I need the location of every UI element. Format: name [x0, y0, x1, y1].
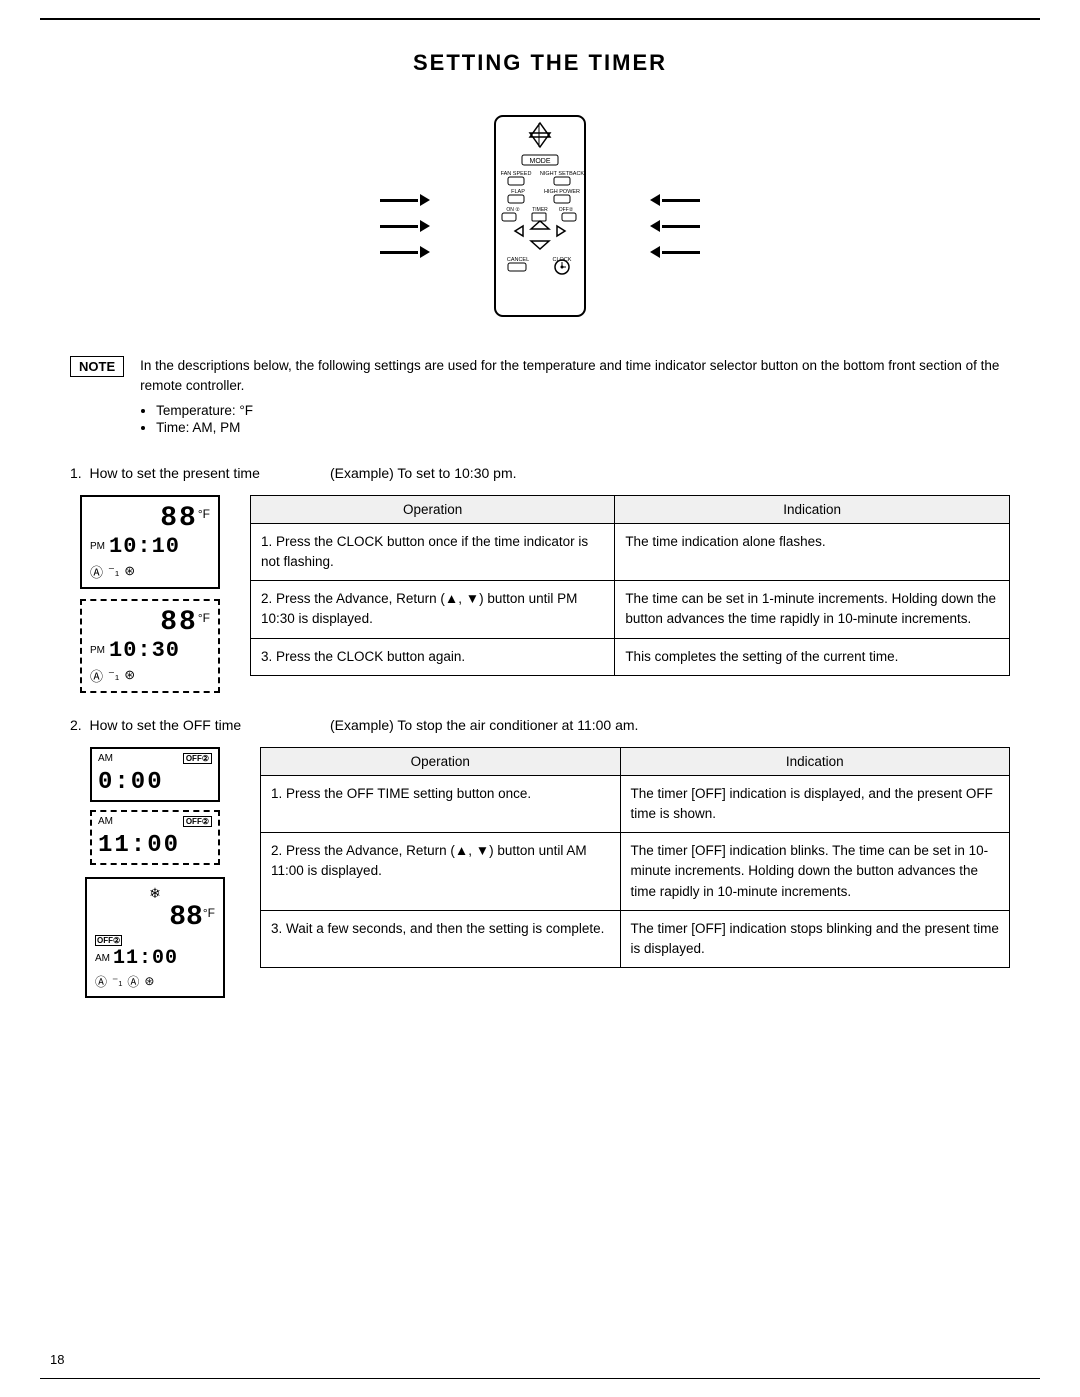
section-1-example: (Example) To set to 10:30 pm. — [330, 465, 517, 481]
section-1-body: 88 °F PM 10:10 Ⓐ⁻₁⊛ 88 °F — [70, 495, 1010, 693]
page-number: 18 — [50, 1352, 64, 1367]
lcd-display-2b: AM OFF② 11:00 — [90, 810, 220, 865]
remote-svg: MODE FAN SPEED NIGHT SETBACK FLAP HIGH P… — [440, 111, 640, 321]
note-text: In the descriptions below, the following… — [140, 356, 1010, 397]
section1-ind-1: The time indication alone flashes. — [615, 523, 1010, 581]
arrow-left-2 — [650, 220, 700, 232]
section1-ind-2: The time can be set in 1-minute incremen… — [615, 581, 1010, 639]
table-row: 2. Press the Advance, Return (▲, ▼) butt… — [261, 833, 1010, 911]
section2-ind-3: The timer [OFF] indication stops blinkin… — [620, 910, 1009, 968]
section-2-body: AM OFF② 0:00 AM OFF② 11:00 ❄ — [70, 747, 1010, 998]
section-2-header: 2. How to set the OFF time (Example) To … — [70, 717, 1010, 733]
lcd-display-1b: 88 °F PM 10:30 Ⓐ⁻₁⊛ — [80, 599, 220, 693]
section-2-label: 2. How to set the OFF time — [70, 717, 330, 733]
lcd-display-1a: 88 °F PM 10:10 Ⓐ⁻₁⊛ — [80, 495, 220, 589]
section1-col-operation: Operation — [251, 495, 615, 523]
section2-col-operation: Operation — [261, 747, 621, 775]
remote-illustration: MODE FAN SPEED NIGHT SETBACK FLAP HIGH P… — [70, 106, 1010, 326]
note-bullet-temp: Temperature: °F — [156, 403, 1010, 418]
section-1: 1. How to set the present time (Example)… — [70, 465, 1010, 693]
section2-col-indication: Indication — [620, 747, 1009, 775]
svg-text:CANCEL: CANCEL — [507, 257, 529, 263]
table-row: 1. Press the CLOCK button once if the ti… — [251, 523, 1010, 581]
section2-op-3: 3. Wait a few seconds, and then the sett… — [261, 910, 621, 968]
section1-op-2: 2. Press the Advance, Return (▲, ▼) butt… — [251, 581, 615, 639]
arrow-right-1 — [380, 194, 430, 206]
arrow-right-3 — [380, 246, 430, 258]
section1-op-1: 1. Press the CLOCK button once if the ti… — [251, 523, 615, 581]
lcd-display-2c: ❄ 88 °F OFF② AM 11:00 Ⓐ⁻₁Ⓐ⊛ — [85, 877, 225, 998]
note-label: NOTE — [70, 356, 124, 377]
svg-text:FLAP: FLAP — [511, 189, 525, 195]
note-bullet-time: Time: AM, PM — [156, 420, 1010, 435]
section2-op-2: 2. Press the Advance, Return (▲, ▼) butt… — [261, 833, 621, 911]
table-row: 3. Wait a few seconds, and then the sett… — [261, 910, 1010, 968]
section1-col-indication: Indication — [615, 495, 1010, 523]
section2-ind-1: The timer [OFF] indication is displayed,… — [620, 775, 1009, 833]
section1-op-3: 3. Press the CLOCK button again. — [251, 638, 615, 675]
arrow-right-2 — [380, 220, 430, 232]
section-2-displays: AM OFF② 0:00 AM OFF② 11:00 ❄ — [70, 747, 240, 998]
section-1-displays: 88 °F PM 10:10 Ⓐ⁻₁⊛ 88 °F — [70, 495, 230, 693]
table-row: 1. Press the OFF TIME setting button onc… — [261, 775, 1010, 833]
section2-op-1: 1. Press the OFF TIME setting button onc… — [261, 775, 621, 833]
section-2-table: Operation Indication 1. Press the OFF TI… — [260, 747, 1010, 969]
svg-text:FAN SPEED: FAN SPEED — [501, 171, 532, 177]
section-1-header: 1. How to set the present time (Example)… — [70, 465, 1010, 481]
section-1-label: 1. How to set the present time — [70, 465, 330, 481]
section2-ind-2: The timer [OFF] indication blinks. The t… — [620, 833, 1009, 911]
section-1-table: Operation Indication 1. Press the CLOCK … — [250, 495, 1010, 676]
page-border-bottom — [40, 1378, 1040, 1379]
arrow-left-1 — [650, 194, 700, 206]
svg-text:TIMER: TIMER — [532, 207, 548, 213]
svg-text:MODE: MODE — [530, 158, 551, 165]
svg-text:OFF②: OFF② — [559, 207, 574, 213]
table-row: 2. Press the Advance, Return (▲, ▼) butt… — [251, 581, 1010, 639]
note-bullets: Temperature: °F Time: AM, PM — [140, 403, 1010, 435]
note-section: NOTE In the descriptions below, the foll… — [70, 356, 1010, 437]
arrow-left-3 — [650, 246, 700, 258]
svg-text:HIGH POWER: HIGH POWER — [544, 189, 580, 195]
section-2-example: (Example) To stop the air conditioner at… — [330, 717, 638, 733]
lcd-display-2a: AM OFF② 0:00 — [90, 747, 220, 802]
table-row: 3. Press the CLOCK button again. This co… — [251, 638, 1010, 675]
svg-text:NIGHT SETBACK: NIGHT SETBACK — [540, 171, 585, 177]
page-border-top — [40, 18, 1040, 20]
svg-text:ON ②: ON ② — [506, 207, 520, 213]
section1-ind-3: This completes the setting of the curren… — [615, 638, 1010, 675]
section-2: 2. How to set the OFF time (Example) To … — [70, 717, 1010, 998]
page-title: SETTING THE TIMER — [70, 50, 1010, 76]
